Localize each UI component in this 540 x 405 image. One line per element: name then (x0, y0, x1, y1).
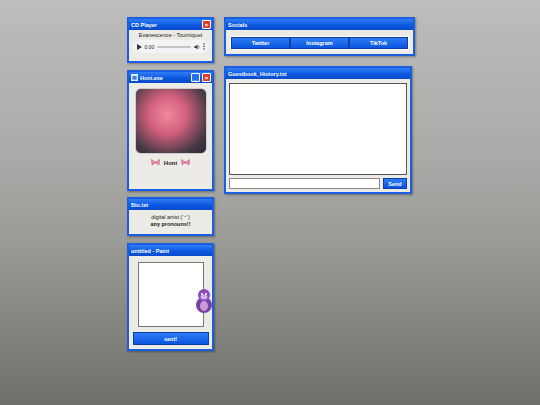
cd-player-window: CD Player× Evanescence - Tourniquet 0:00 (127, 17, 214, 63)
send-button[interactable]: Send (383, 178, 407, 189)
social-link[interactable]: Instagram (290, 37, 349, 49)
title-bar: CD Player× (129, 19, 212, 30)
window-title: Honi.exe (140, 75, 189, 81)
paint-canvas[interactable] (138, 262, 204, 327)
close-button[interactable]: × (202, 20, 211, 29)
ribbon-icon (181, 159, 190, 166)
bio-window: Bio.txt digital artist (´ᵕ`)any pronouns!… (127, 197, 214, 236)
audio-player[interactable]: 0:00 (133, 40, 209, 53)
profile-name: Honi (164, 160, 177, 166)
track-title: Evanescence - Tourniquet (139, 32, 203, 38)
window-title: CD Player (131, 22, 200, 28)
ribbon-icon (151, 159, 160, 166)
time-reading: 0:00 (145, 44, 155, 50)
title-bar: untitled - Paint (129, 245, 212, 256)
social-link[interactable]: TikTok (349, 37, 408, 49)
guestbook-window: Guestbook_History.txt Send (224, 66, 412, 194)
send-button[interactable]: sent! (133, 332, 209, 345)
paint-window: untitled - Paint sent! (127, 243, 214, 351)
name-row: Honi (151, 159, 190, 166)
socials-window: Socials TwitterInstagramTikTok (224, 17, 415, 56)
play-icon[interactable] (137, 44, 142, 50)
profile-window: Honi.exe_× Honi (127, 70, 214, 191)
volume-icon[interactable] (194, 44, 200, 50)
minimize-button[interactable]: _ (191, 73, 200, 82)
title-bar: Socials (226, 19, 413, 30)
title-bar: Honi.exe_× (129, 72, 212, 83)
guestbook-history (229, 83, 407, 175)
message-input[interactable] (229, 178, 380, 189)
title-bar: Bio.txt (129, 199, 212, 210)
seek-bar[interactable] (157, 46, 190, 48)
input-row: Send (229, 178, 407, 189)
window-title: Bio.txt (131, 202, 211, 208)
app-icon (131, 74, 138, 81)
window-title: untitled - Paint (131, 248, 211, 254)
social-link[interactable]: Twitter (231, 37, 290, 49)
bio-line: digital artist (´ᵕ`) (151, 214, 190, 220)
bio-line: any pronouns!! (150, 221, 190, 227)
window-title: Guestbook_History.txt (228, 71, 409, 77)
gorilla-icon (193, 288, 215, 314)
more-icon[interactable] (203, 43, 205, 50)
link-row: TwitterInstagramTikTok (230, 36, 409, 50)
close-button[interactable]: × (202, 73, 211, 82)
avatar-image (135, 88, 207, 154)
desktop: CD Player×Evanescence - Tourniquet0:00Ho… (0, 0, 540, 405)
window-title: Socials (228, 22, 412, 28)
title-bar: Guestbook_History.txt (226, 68, 410, 79)
